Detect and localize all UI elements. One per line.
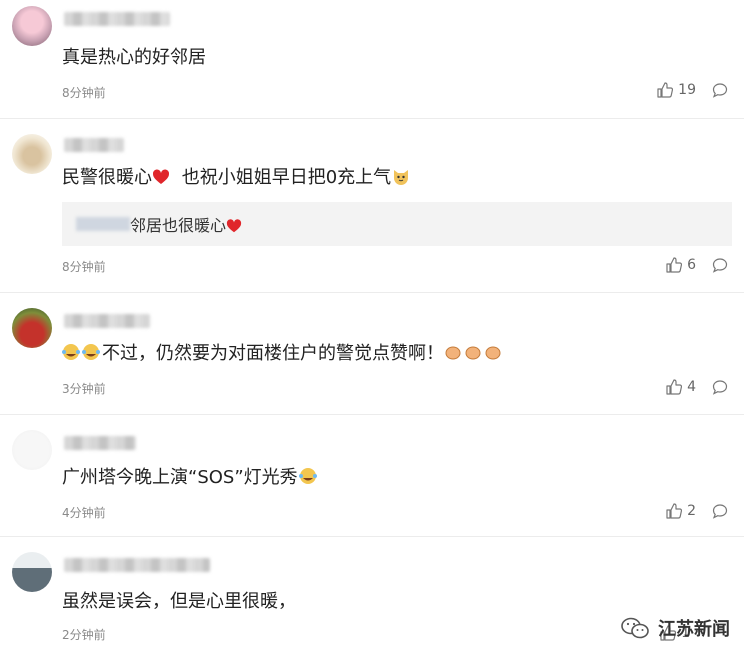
comment-text: 不过，仍然要为对面楼住户的警觉点赞啊！ [62, 342, 504, 369]
like-count: 19 [678, 82, 696, 98]
like-button[interactable]: 6 [666, 257, 696, 273]
like-button[interactable]: 4 [666, 379, 696, 395]
comment-time: 2分钟前 [62, 628, 106, 642]
username-blurred[interactable] [64, 436, 136, 450]
thumbs-up-icon [666, 503, 683, 519]
comment-time: 4分钟前 [62, 506, 106, 520]
cat-face-emoji [391, 166, 411, 193]
like-button[interactable]: 19 [657, 82, 696, 98]
comment-actions: 19 [657, 82, 728, 98]
avatar[interactable] [12, 6, 52, 46]
comment-text: 民警很暖心 也祝小姐姐早日把0充上气 [62, 166, 411, 193]
laughing-crying-emoji [62, 342, 102, 369]
like-button[interactable]: 2 [666, 503, 696, 519]
comment-text-body: 广州塔今晚上演“SOS”灯光秀 [62, 467, 298, 488]
thumbs-up-icon [666, 257, 683, 273]
username-blurred[interactable] [64, 314, 150, 328]
comment-item: 真是热心的好邻居 8分钟前 19 [0, 0, 744, 119]
watermark: 江苏新闻 [620, 615, 730, 641]
avatar[interactable] [12, 430, 52, 470]
comment-item: 不过，仍然要为对面楼住户的警觉点赞啊！ 3分钟前 4 [0, 292, 744, 415]
comment-time: 3分钟前 [62, 382, 106, 396]
comment-bubble-icon[interactable] [712, 503, 728, 519]
thumbs-up-icon [666, 379, 683, 395]
like-count: 6 [687, 257, 696, 273]
avatar[interactable] [12, 552, 52, 592]
thumbs-up-icon [657, 82, 674, 98]
username-blurred[interactable] [64, 12, 170, 26]
comment-bubble-icon[interactable] [712, 82, 728, 98]
reply-text: 邻居也很暖心 [130, 212, 242, 238]
username-blurred[interactable] [64, 138, 124, 152]
comment-text: 广州塔今晚上演“SOS”灯光秀 [62, 466, 318, 493]
heart-emoji [226, 218, 242, 238]
wechat-icon [621, 617, 649, 639]
comment-item: 民警很暖心 也祝小姐姐早日把0充上气 邻居也很暖心 8分钟前 6 [0, 118, 744, 293]
avatar[interactable] [12, 308, 52, 348]
comment-bubble-icon[interactable] [712, 257, 728, 273]
comment-text-body: 不过，仍然要为对面楼住户的警觉点赞啊！ [102, 343, 444, 364]
like-count: 4 [687, 379, 696, 395]
comment-time: 8分钟前 [62, 260, 106, 274]
watermark-text: 江苏新闻 [658, 619, 730, 640]
username-blurred[interactable] [64, 558, 210, 572]
comment-text-part1: 民警很暖心 [62, 167, 152, 188]
comment-time: 8分钟前 [62, 86, 106, 100]
avatar[interactable] [12, 134, 52, 174]
comment-text: 虽然是误会，但是心里很暖， [62, 591, 296, 612]
heart-emoji [152, 168, 170, 193]
clapping-hands-emoji [444, 342, 504, 369]
comment-text-part2: 也祝小姐姐早日把0充上气 [181, 167, 392, 188]
comment-bubble-icon[interactable] [712, 379, 728, 395]
comment-actions: 2 [666, 503, 728, 519]
laughing-crying-emoji [298, 466, 318, 493]
reply-box[interactable]: 邻居也很暖心 [62, 202, 732, 246]
comment-actions: 6 [666, 257, 728, 273]
comment-item: 广州塔今晚上演“SOS”灯光秀 4分钟前 2 [0, 414, 744, 537]
like-count: 2 [687, 503, 696, 519]
reply-username-blurred[interactable] [76, 217, 130, 231]
comment-text: 真是热心的好邻居 [62, 47, 206, 68]
comment-actions: 4 [666, 379, 728, 395]
